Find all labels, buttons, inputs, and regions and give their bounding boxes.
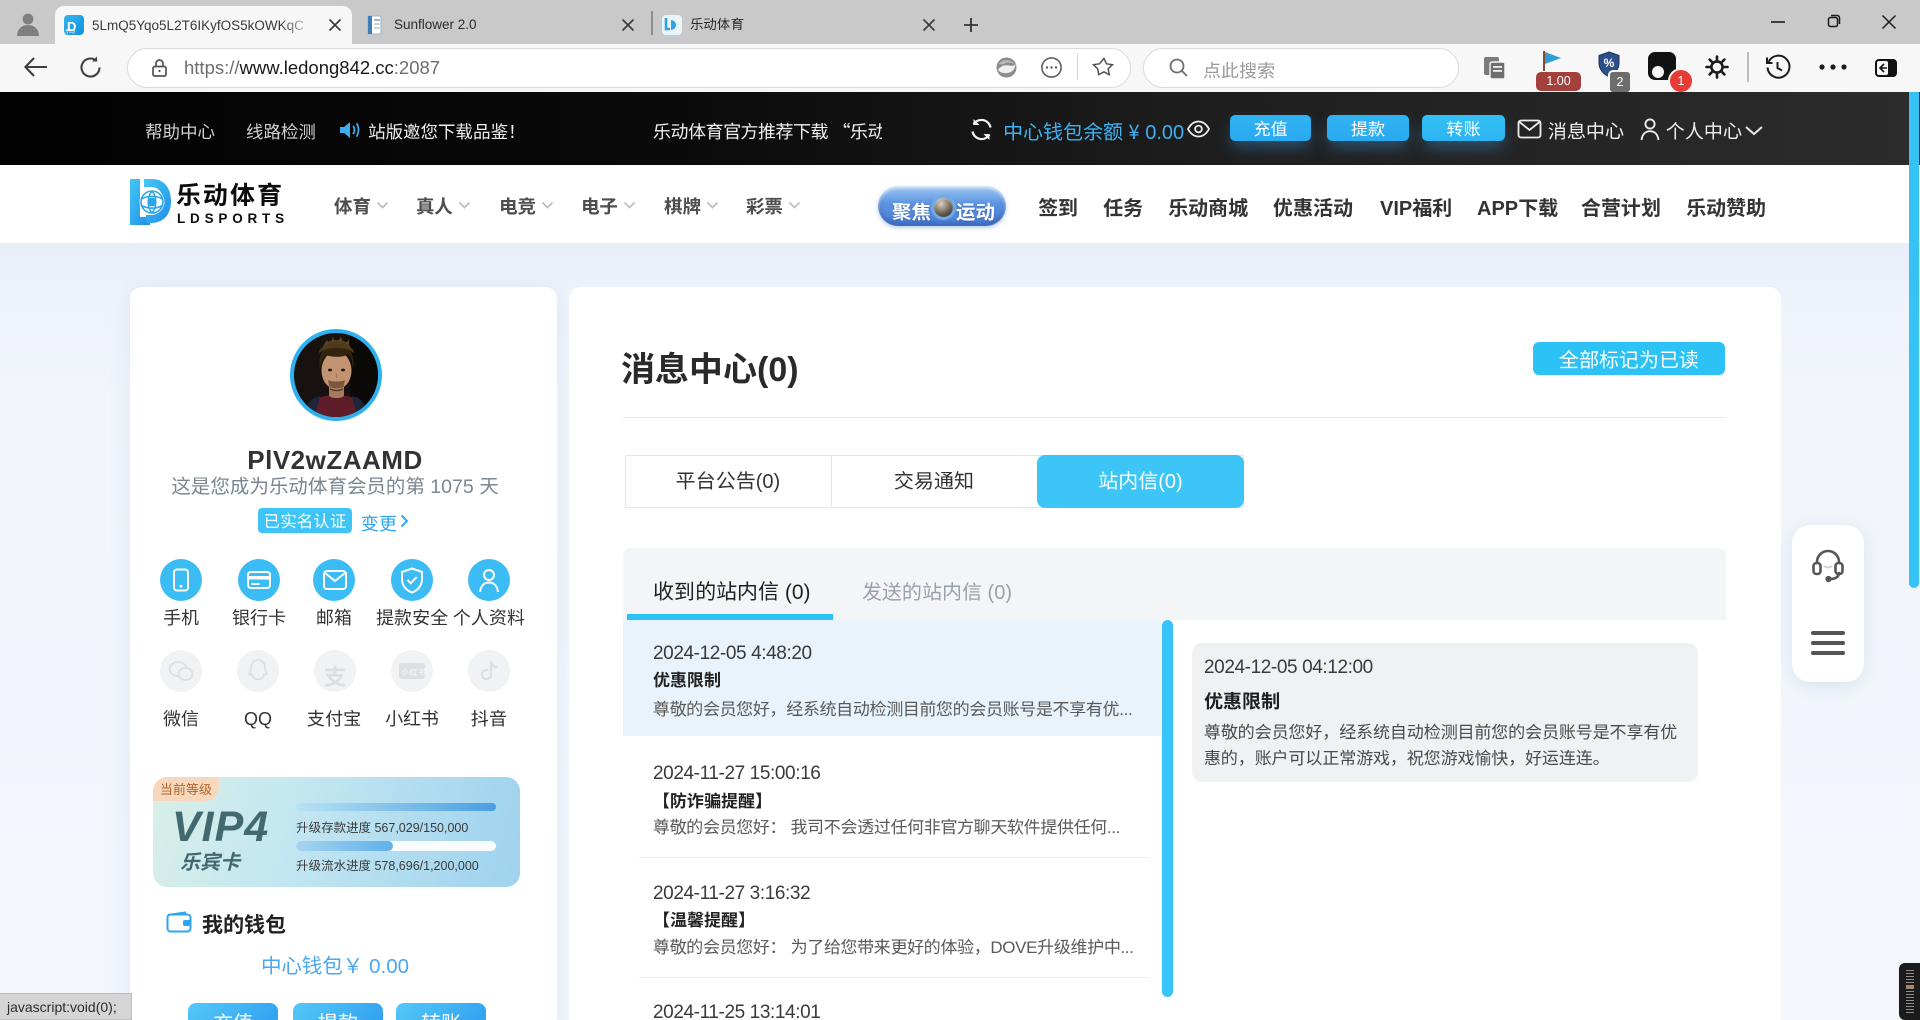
svg-text:%: %: [1604, 56, 1615, 70]
svg-text:LDSPORTS: LDSPORTS: [177, 211, 288, 226]
svg-text:乐动体育: 乐动体育: [176, 177, 284, 212]
